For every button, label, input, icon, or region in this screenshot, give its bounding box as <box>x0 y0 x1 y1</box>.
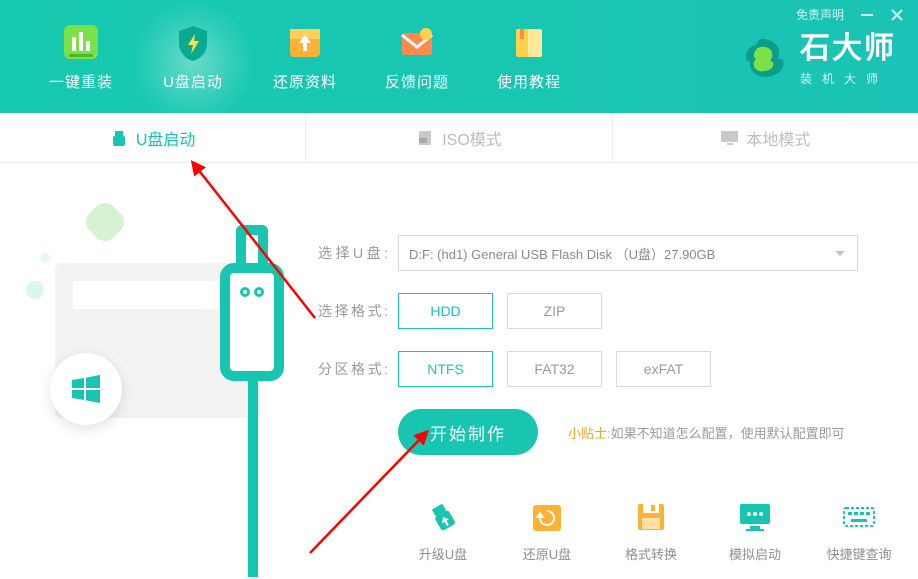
upload-box-icon <box>284 21 326 63</box>
nav-label: 使用教程 <box>497 71 561 92</box>
mode-tabs: U盘启动 ISO模式 本地模式 <box>0 113 918 163</box>
udisk-dropdown[interactable]: D:F: (hd1) General USB Flash Disk （U盘）27… <box>398 235 858 271</box>
tool-simulate-boot[interactable]: 模拟启动 <box>716 499 794 563</box>
tip-text: 小贴士:如果不知道怎么配置，使用默认配置即可 <box>568 423 845 442</box>
brand-title: 石大师 <box>800 34 896 64</box>
bar-chart-icon <box>60 21 102 63</box>
partition-option-ntfs[interactable]: NTFS <box>398 351 493 387</box>
start-create-button[interactable]: 开始制作 <box>398 409 538 455</box>
floppy-icon <box>633 499 669 535</box>
iso-file-icon <box>416 129 434 147</box>
nav-label: 还原资料 <box>273 71 337 92</box>
shield-lightning-icon <box>172 21 214 63</box>
tab-label: 本地模式 <box>746 126 810 150</box>
tip-body: 如果不知道怎么配置，使用默认配置即可 <box>611 426 845 441</box>
brand-subtitle: 装机大师 <box>800 70 896 87</box>
illustration <box>0 163 310 579</box>
tool-restore-udisk[interactable]: 还原U盘 <box>508 499 586 563</box>
tool-label: 升级U盘 <box>419 544 467 563</box>
nav-usb-boot[interactable]: U盘启动 <box>137 0 249 113</box>
tool-label: 格式转换 <box>625 544 677 563</box>
label-select-udisk: 选择U盘: <box>318 243 388 263</box>
tool-upgrade-udisk[interactable]: 升级U盘 <box>404 499 482 563</box>
partition-option-exfat[interactable]: exFAT <box>616 351 711 387</box>
close-button[interactable] <box>890 8 904 22</box>
window-controls: 免责声明 <box>796 6 904 23</box>
tip-prefix: 小贴士: <box>568 426 611 441</box>
tool-label: 还原U盘 <box>523 544 571 563</box>
tab-label: U盘启动 <box>136 126 196 150</box>
tab-usb-boot[interactable]: U盘启动 <box>0 113 305 162</box>
envelope-icon <box>396 21 438 63</box>
udisk-selected-value: D:F: (hd1) General USB Flash Disk （U盘）27… <box>409 244 715 263</box>
restore-box-icon <box>529 499 565 535</box>
label-select-format: 选择格式: <box>318 301 388 321</box>
nav-label: 一键重装 <box>49 71 113 92</box>
monitor-dots-icon <box>737 499 773 535</box>
tab-local-mode[interactable]: 本地模式 <box>612 113 918 162</box>
brand-logo-icon <box>742 35 788 86</box>
tool-label: 模拟启动 <box>729 544 781 563</box>
windows-badge-icon <box>50 353 122 425</box>
creation-form: 选择U盘: D:F: (hd1) General USB Flash Disk … <box>318 235 878 455</box>
disclaimer-link[interactable]: 免责声明 <box>796 6 844 23</box>
usb-up-icon <box>425 499 461 535</box>
format-option-hdd[interactable]: HDD <box>398 293 493 329</box>
nav-feedback[interactable]: 反馈问题 <box>361 0 473 113</box>
top-nav: 一键重装 U盘启动 还原资料 反馈问题 使用教程 <box>0 0 585 113</box>
tool-label: 快捷键查询 <box>826 544 891 563</box>
tab-label: ISO模式 <box>442 126 502 150</box>
tool-format-convert[interactable]: 格式转换 <box>612 499 690 563</box>
nav-tutorial[interactable]: 使用教程 <box>473 0 585 113</box>
app-header: 一键重装 U盘启动 还原资料 反馈问题 使用教程 免责声 <box>0 0 918 113</box>
tool-hotkey-query[interactable]: 快捷键查询 <box>820 499 898 563</box>
monitor-icon <box>720 129 738 147</box>
minimize-button[interactable] <box>860 8 874 22</box>
main-panel: 选择U盘: D:F: (hd1) General USB Flash Disk … <box>0 163 918 579</box>
brand: 石大师 装机大师 <box>742 34 896 87</box>
format-option-zip[interactable]: ZIP <box>507 293 602 329</box>
book-icon <box>508 21 550 63</box>
nav-label: U盘启动 <box>163 71 223 92</box>
bottom-toolbar: 升级U盘 还原U盘 格式转换 模拟启动 快捷键查询 <box>404 499 898 563</box>
partition-option-fat32[interactable]: FAT32 <box>507 351 602 387</box>
nav-one-key-reinstall[interactable]: 一键重装 <box>25 0 137 113</box>
usb-icon <box>110 129 128 147</box>
nav-restore-data[interactable]: 还原资料 <box>249 0 361 113</box>
nav-label: 反馈问题 <box>385 71 449 92</box>
tab-iso-mode[interactable]: ISO模式 <box>305 113 611 162</box>
keyboard-icon <box>841 499 877 535</box>
label-partition-format: 分区格式: <box>318 359 388 379</box>
